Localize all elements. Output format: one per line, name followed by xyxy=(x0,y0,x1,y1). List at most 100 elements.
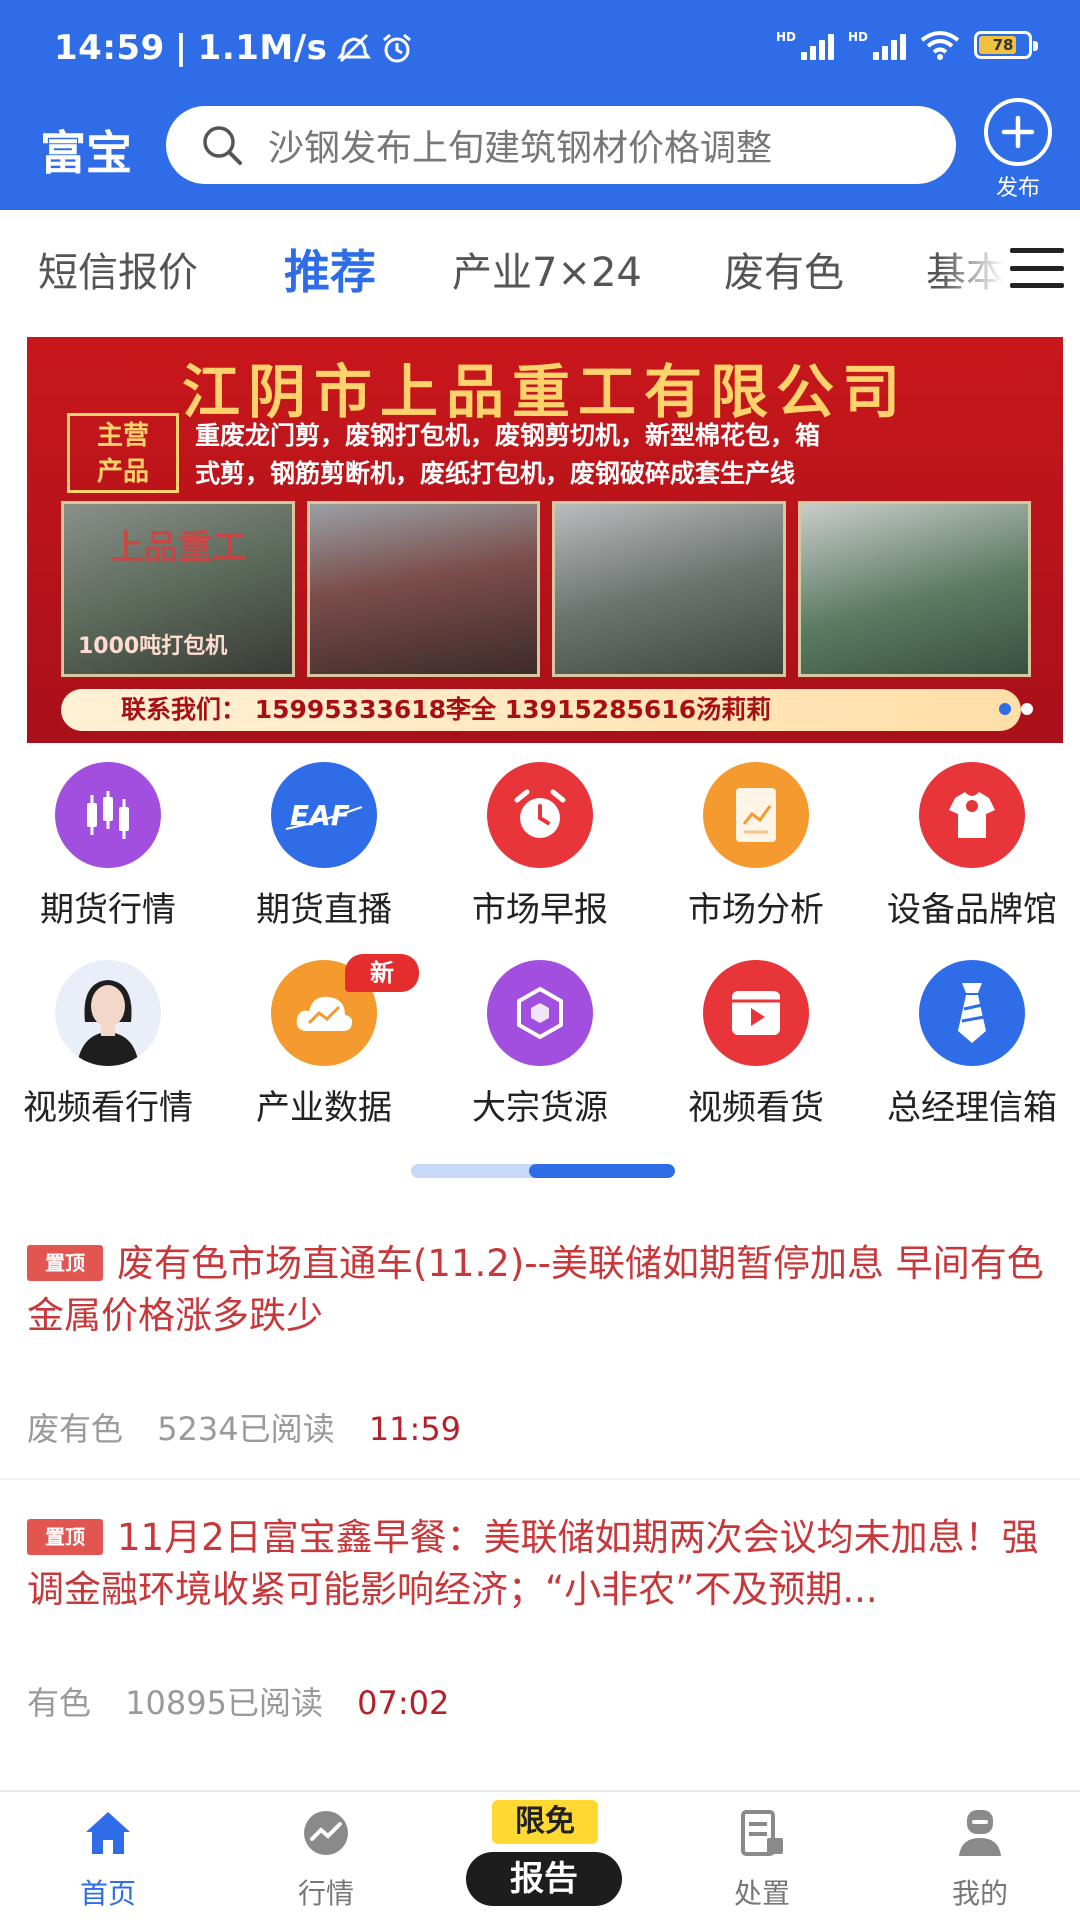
banner-dot xyxy=(1021,703,1033,715)
plus-circle-icon xyxy=(984,98,1052,166)
feature-grid: 期货行情 EAF 期货直播 市场早报 市场分析 设备品牌馆 视频看行情 新 产业… xyxy=(0,762,1080,1142)
nav-market[interactable]: 行情 xyxy=(256,1806,396,1912)
news-title[interactable]: 置顶 11月2日富宝鑫早餐：美联储如期两次会议均未加息！强调金融环境收紧可能影响经… xyxy=(27,1512,1067,1616)
banner-photo-machine-4 xyxy=(797,501,1031,677)
banner-products-line1: 重废龙门剪，废钢打包机，废钢剪切机，新型棉花包，箱 xyxy=(195,421,821,450)
nav-report-button[interactable]: 报告 xyxy=(466,1852,622,1906)
banner-photos: 上品重工 1000吨打包机 xyxy=(61,501,1031,677)
grid-label: 产业数据 xyxy=(256,1088,392,1128)
presenter-avatar xyxy=(55,960,161,1066)
brand-logo-text[interactable]: 富宝 xyxy=(40,117,132,183)
battery-icon: 78 xyxy=(974,31,1038,59)
banner-pagination xyxy=(999,703,1033,715)
nav-home[interactable]: 首页 xyxy=(38,1806,178,1912)
news-time: 11:59 xyxy=(368,1410,462,1448)
ad-banner[interactable]: 江阴市上品重工有限公司 主营 产品 重废龙门剪，废钢打包机，废钢剪切机，新型棉花… xyxy=(27,337,1063,743)
banner-photo-watermark: 上品重工 xyxy=(110,528,246,568)
battery-level: 78 xyxy=(992,36,1014,54)
news-divider xyxy=(0,1478,1080,1480)
category-tabs: 短信报价 推荐 产业7×24 废有色 基本 xyxy=(0,210,1080,326)
tab-recommended[interactable]: 推荐 xyxy=(284,236,376,302)
news-reads: 10895已阅读 xyxy=(125,1684,323,1722)
wifi-icon xyxy=(920,31,960,60)
nav-profile[interactable]: 我的 xyxy=(910,1806,1050,1912)
report-chart-icon xyxy=(703,762,809,868)
news-title[interactable]: 置顶 废有色市场直通车(11.2)--美联储如期暂停加息 早间有色金属价格涨多跌少 xyxy=(27,1238,1067,1342)
banner-tag-line2: 产品 xyxy=(96,457,149,487)
eaf-logo-icon: EAF xyxy=(271,762,377,868)
pinned-badge: 置顶 xyxy=(27,1245,103,1281)
grid-pager-active xyxy=(529,1164,675,1178)
nav-disposal[interactable]: 处置 xyxy=(692,1806,832,1912)
free-promo-tag: 限免 xyxy=(492,1800,598,1844)
news-meta: 废有色 5234已阅读 11:59 xyxy=(27,1404,461,1450)
status-time: 14:59 xyxy=(54,28,165,68)
status-bar: 14:59 | 1.1M/s HD HD 78 xyxy=(0,0,1080,100)
grid-label: 期货直播 xyxy=(256,890,392,930)
grid-item-market-morning[interactable]: 市场早报 xyxy=(432,762,648,931)
grid-item-futures-live[interactable]: EAF 期货直播 xyxy=(216,762,432,931)
search-bar[interactable]: 沙钢发布上旬建筑钢材价格调整 xyxy=(166,106,956,184)
search-icon xyxy=(203,126,242,165)
candlestick-icon xyxy=(55,762,161,868)
grid-label: 视频看货 xyxy=(688,1088,824,1128)
banner-main-products-tag: 主营 产品 xyxy=(67,413,179,493)
news-reads: 5234已阅读 xyxy=(157,1410,335,1448)
grid-item-futures-quotes[interactable]: 期货行情 xyxy=(0,762,216,931)
video-play-icon xyxy=(703,960,809,1066)
tab-sms-quotes[interactable]: 短信报价 xyxy=(38,240,198,298)
news-time: 07:02 xyxy=(357,1684,450,1722)
tab-industry-7x24[interactable]: 产业7×24 xyxy=(452,240,642,298)
tab-scrap-nonferrous[interactable]: 废有色 xyxy=(724,240,844,298)
app-header: 14:59 | 1.1M/s HD HD 78 富宝 沙钢发布上旬建筑钢材价格调… xyxy=(0,0,1080,210)
grid-label: 大宗货源 xyxy=(472,1088,608,1128)
grid-label: 市场分析 xyxy=(688,890,824,930)
signal-hd-label: HD xyxy=(775,30,796,44)
status-right: HD HD 78 xyxy=(775,30,1038,60)
banner-photo-machine-1: 上品重工 1000吨打包机 xyxy=(61,501,295,677)
trend-icon xyxy=(299,1806,353,1860)
banner-tag-line1: 主营 xyxy=(96,421,149,451)
grid-item-gm-mailbox[interactable]: 总经理信箱 xyxy=(864,960,1080,1129)
status-left: 14:59 | 1.1M/s xyxy=(54,28,413,68)
grid-label: 设备品牌馆 xyxy=(887,890,1057,930)
banner-contact: 联系我们： 15995333618李全 13915285616汤莉莉 xyxy=(61,689,1021,731)
news-title-text: 11月2日富宝鑫早餐：美联储如期两次会议均未加息！强调金融环境收紧可能影响经济；… xyxy=(27,1516,1039,1611)
banner-photo-machine-3 xyxy=(552,501,786,677)
grid-item-market-analysis[interactable]: 市场分析 xyxy=(648,762,864,931)
nav-label: 首页 xyxy=(79,1877,136,1910)
search-placeholder: 沙钢发布上旬建筑钢材价格调整 xyxy=(268,128,773,169)
menu-icon[interactable] xyxy=(1010,244,1064,292)
network-speed: 1.1M/s xyxy=(197,28,328,68)
alarm-icon xyxy=(383,33,412,63)
alarm-clock-icon xyxy=(487,762,593,868)
publish-button[interactable]: 发布 xyxy=(980,98,1056,201)
hexagon-icon xyxy=(487,960,593,1066)
banner-photo-caption: 1000吨打包机 xyxy=(78,634,228,659)
grid-item-industry-data[interactable]: 新 产业数据 xyxy=(216,954,432,1129)
banner-photo-machine-2 xyxy=(306,501,540,677)
grid-item-video-market[interactable]: 视频看行情 xyxy=(0,960,216,1129)
cloud-chart-icon: 新 xyxy=(271,954,419,1066)
signal-icon-2: HD xyxy=(848,30,906,60)
banner-dot xyxy=(999,703,1011,715)
pinned-badge: 置顶 xyxy=(27,1519,103,1555)
grid-label: 总经理信箱 xyxy=(887,1088,1057,1128)
grid-label: 期货行情 xyxy=(40,890,176,930)
banner-products: 重废龙门剪，废钢打包机，废钢剪切机，新型棉花包，箱 式剪，钢筋剪断机，废纸打包机… xyxy=(195,417,1045,493)
nav-label: 处置 xyxy=(733,1877,790,1910)
new-badge: 新 xyxy=(345,954,419,992)
wrench-shirt-icon xyxy=(919,762,1025,868)
grid-label: 视频看行情 xyxy=(23,1088,193,1128)
news-meta: 有色 10895已阅读 07:02 xyxy=(27,1678,449,1724)
news-category: 有色 xyxy=(27,1684,92,1722)
tie-icon xyxy=(919,960,1025,1066)
grid-item-equipment-brands[interactable]: 设备品牌馆 xyxy=(864,762,1080,931)
nav-label: 我的 xyxy=(951,1877,1008,1910)
mute-icon xyxy=(337,33,372,63)
grid-label: 市场早报 xyxy=(472,890,608,930)
grid-item-video-goods[interactable]: 视频看货 xyxy=(648,960,864,1129)
grid-item-bulk-supply[interactable]: 大宗货源 xyxy=(432,960,648,1129)
grid-pager xyxy=(411,1164,675,1178)
news-category: 废有色 xyxy=(27,1410,124,1448)
